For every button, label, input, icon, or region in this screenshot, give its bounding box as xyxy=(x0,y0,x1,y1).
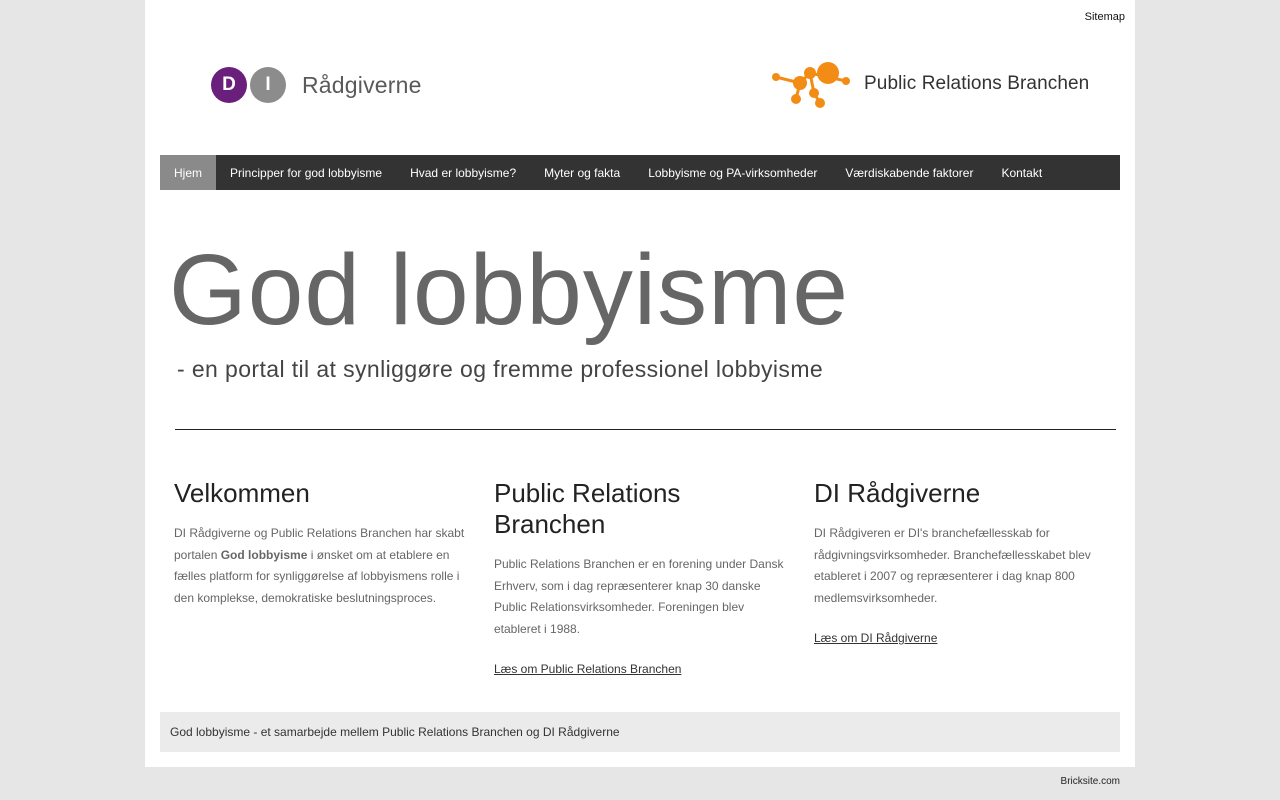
page-footer: God lobbyisme - et samarbejde mellem Pub… xyxy=(160,712,1120,752)
welcome-text-bold: God lobbyisme xyxy=(220,547,308,562)
pr-column: Public Relations Branchen Public Relatio… xyxy=(494,478,786,678)
footer-text: God lobbyisme - et samarbejde mellem Pub… xyxy=(170,725,620,739)
di-heading: DI Rådgiverne xyxy=(814,478,981,508)
pr-logo-name: Public Relations Branchen xyxy=(864,73,1090,94)
nav-item-vaerdiskabende[interactable]: Værdiskabende faktorer xyxy=(831,155,987,190)
di-read-more-link[interactable]: Læs om DI Rådgiverne xyxy=(814,631,937,645)
bricksite-link[interactable]: Bricksite.com xyxy=(1061,776,1120,787)
welcome-text: DI Rådgiverne og Public Relations Branch… xyxy=(174,523,466,609)
nav-item-lobbyisme-pa[interactable]: Lobbyisme og PA-virksomheder xyxy=(634,155,831,190)
main-navigation: Hjem Principper for god lobbyisme Hvad e… xyxy=(160,155,1120,190)
di-text: DI Rådgiveren er DI's branchefællesskab … xyxy=(814,526,1091,605)
pr-read-more-link[interactable]: Læs om Public Relations Branchen xyxy=(494,662,681,676)
banner-subtitle: - en portal til at synliggøre og fremme … xyxy=(177,356,824,382)
sitemap-link[interactable]: Sitemap xyxy=(1085,11,1125,23)
pr-heading: Public Relations Branchen xyxy=(494,478,681,539)
banner-title: God lobbyisme xyxy=(169,234,849,346)
welcome-column: Velkommen DI Rådgiverne og Public Relati… xyxy=(174,478,466,609)
nav-item-hvad-er-lobbyisme[interactable]: Hvad er lobbyisme? xyxy=(396,155,530,190)
pr-text: Public Relations Branchen er en forening… xyxy=(494,557,784,636)
di-column: DI Rådgiverne DI Rådgiveren er DI's bran… xyxy=(814,478,1106,647)
banner-divider xyxy=(175,429,1116,430)
page-container: Sitemap D I Rådgiverne Public Relations … xyxy=(145,0,1135,767)
nav-item-kontakt[interactable]: Kontakt xyxy=(987,155,1056,190)
pr-branchen-logo[interactable]: Public Relations Branchen xyxy=(770,58,1089,110)
di-raadgiverne-logo[interactable]: D I Rådgiverne xyxy=(211,66,422,104)
di-logo-d-circle: D xyxy=(211,67,247,103)
di-logo-name: Rådgiverne xyxy=(302,71,422,98)
molecule-icon xyxy=(772,62,850,108)
di-logo-i-circle: I xyxy=(250,67,286,103)
welcome-heading: Velkommen xyxy=(174,478,310,508)
nav-item-principper[interactable]: Principper for god lobbyisme xyxy=(216,155,396,190)
nav-item-myter-og-fakta[interactable]: Myter og fakta xyxy=(530,155,634,190)
nav-item-hjem[interactable]: Hjem xyxy=(160,155,217,190)
